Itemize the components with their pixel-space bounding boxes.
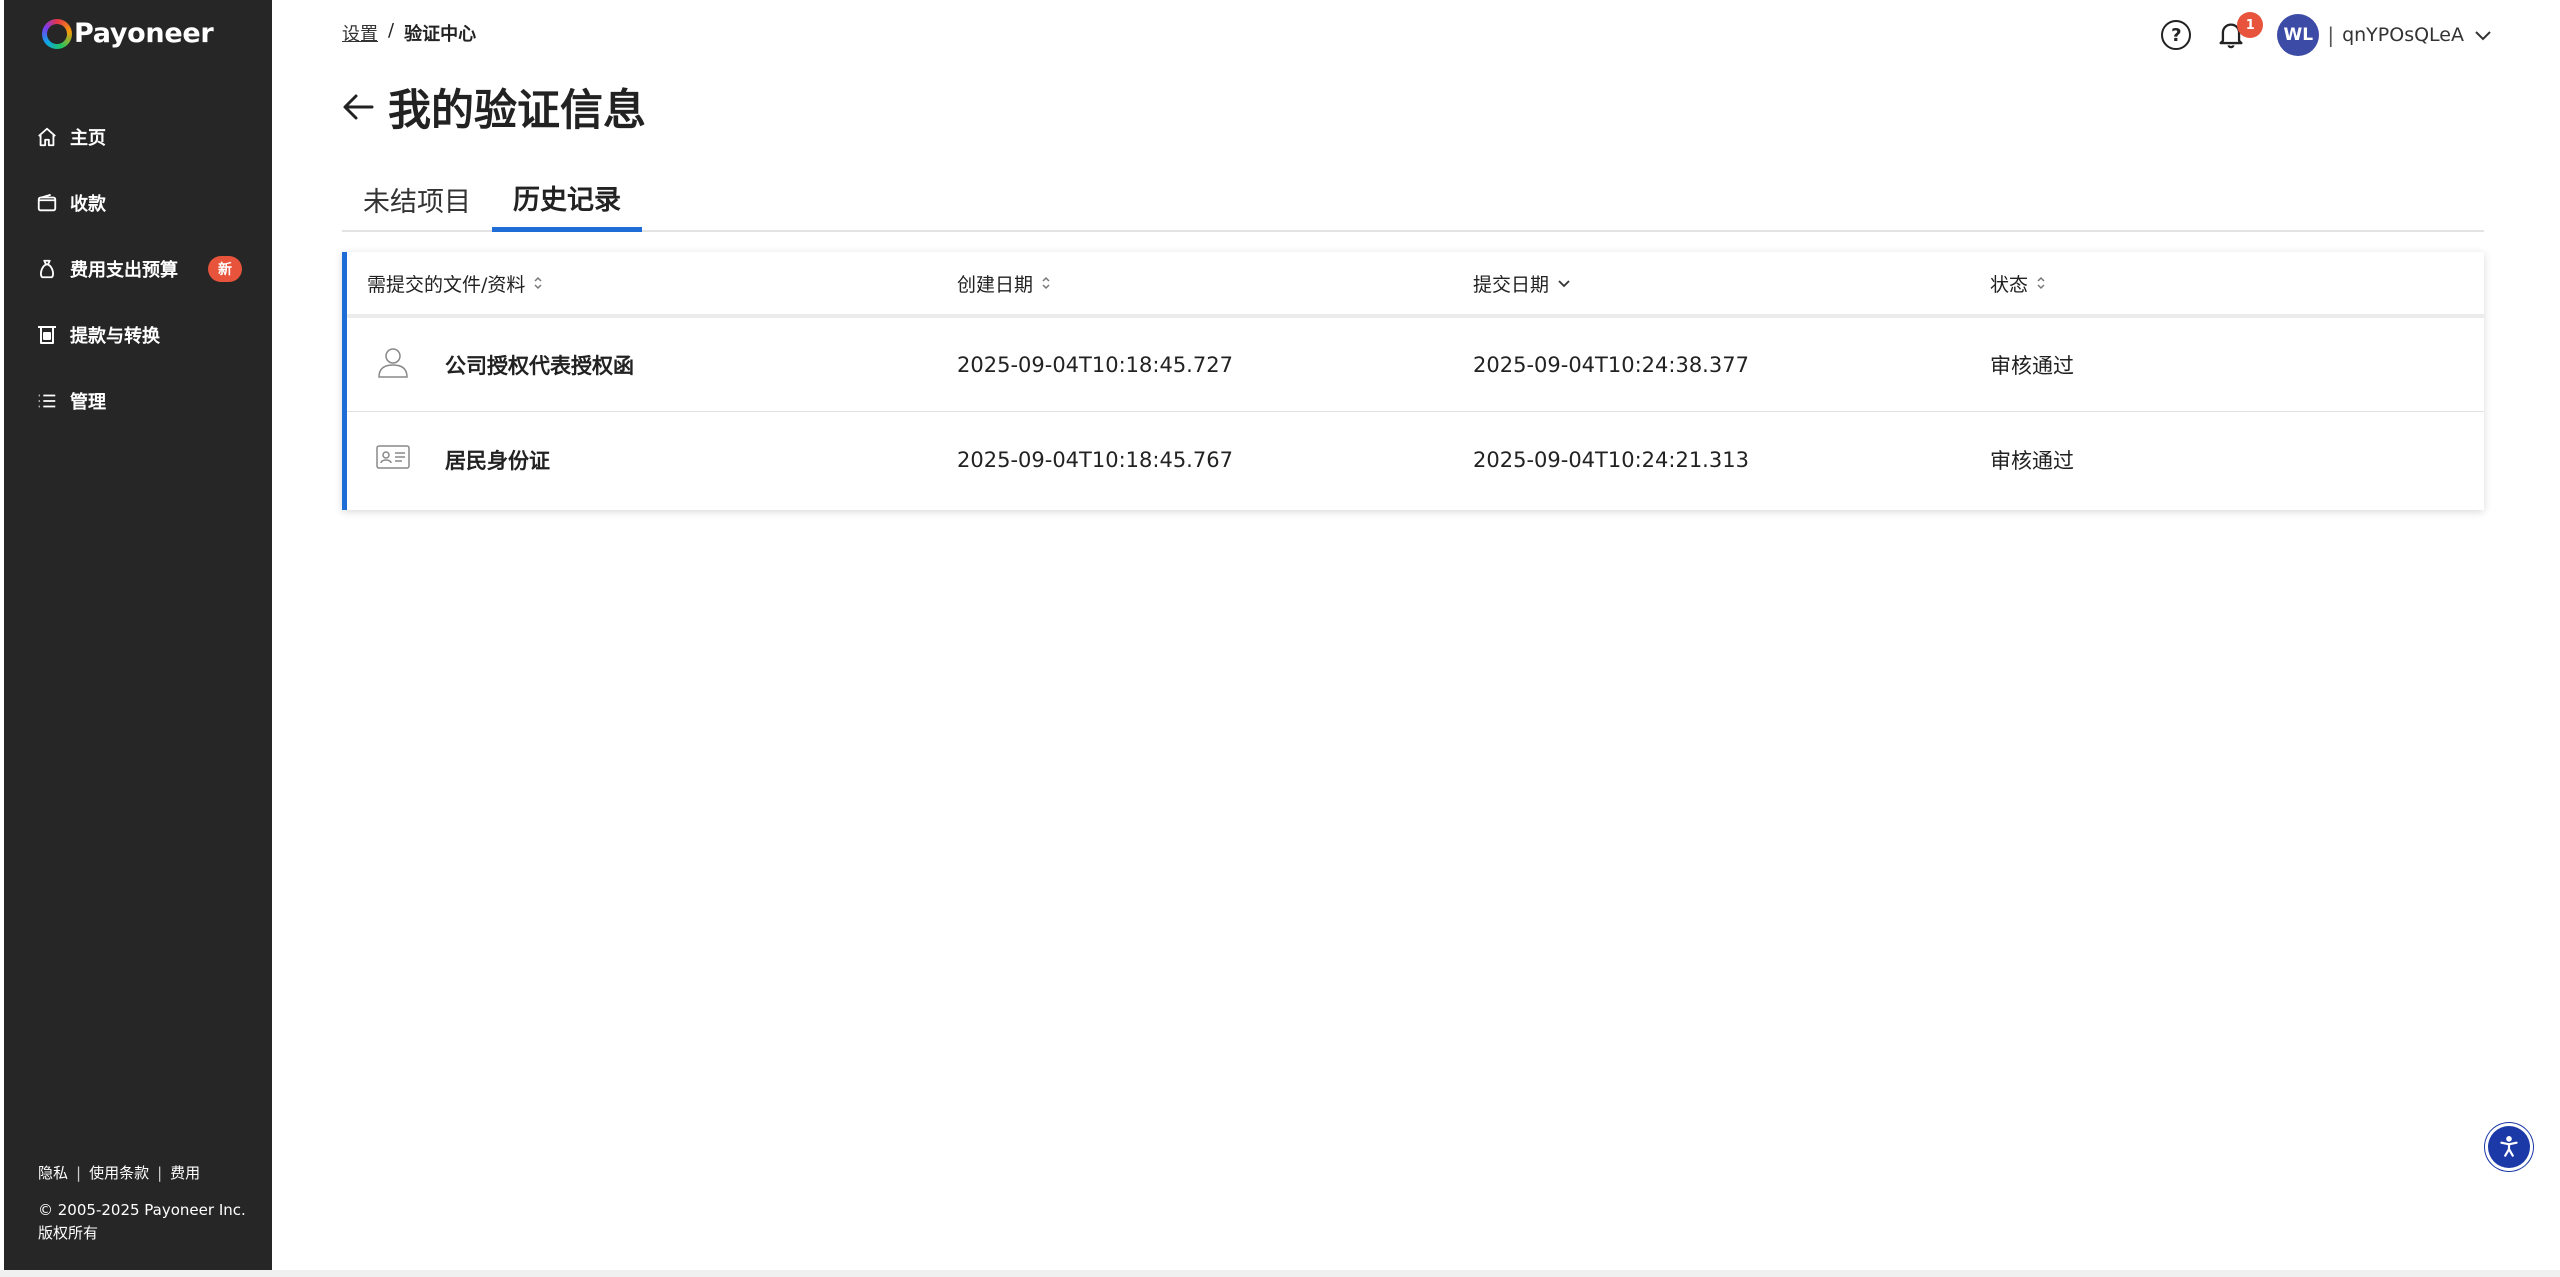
sort-icon: [1041, 275, 1051, 291]
page-title: 我的验证信息: [388, 86, 646, 136]
table-header: 需提交的文件/资料 创建日期 提交日期 状态: [347, 252, 2484, 318]
column-header-status[interactable]: 状态: [1990, 252, 2046, 314]
sort-icon: [2036, 275, 2046, 291]
accessibility-button[interactable]: [2488, 1126, 2530, 1168]
breadcrumb-settings-link[interactable]: 设置: [342, 20, 378, 46]
tab-open-items[interactable]: 未结项目: [342, 168, 492, 230]
notification-count-badge: 1: [2237, 12, 2264, 38]
table-row[interactable]: 公司授权代表授权函 2025-09-04T10:18:45.727 2025-0…: [347, 318, 2484, 412]
rights-text: 版权所有: [38, 1224, 99, 1242]
document-name: 居民身份证: [445, 449, 550, 473]
footer-separator: |: [157, 1164, 163, 1182]
id-card-icon: [373, 437, 413, 477]
column-label: 提交日期: [1473, 273, 1550, 296]
home-icon: [34, 124, 60, 150]
new-badge: 新: [208, 256, 242, 282]
chevron-down-icon[interactable]: [2474, 26, 2492, 45]
breadcrumb: 设置 / 验证中心: [342, 20, 476, 46]
status-text: 审核通过: [1990, 354, 2074, 378]
sidebar-item-label: 主页: [70, 128, 106, 149]
column-header-document[interactable]: 需提交的文件/资料: [367, 252, 543, 314]
user-separator: |: [2327, 23, 2335, 47]
notifications-button[interactable]: 1: [2215, 12, 2264, 52]
copyright-text: © 2005-2025 Payoneer Inc.: [38, 1201, 246, 1219]
help-icon[interactable]: ?: [2161, 20, 2192, 50]
created-date: 2025-09-04T10:18:45.767: [957, 448, 1233, 472]
table-row[interactable]: 居民身份证 2025-09-04T10:18:45.767 2025-09-04…: [347, 413, 2484, 507]
terms-link[interactable]: 使用条款: [89, 1162, 149, 1185]
accessibility-icon: [2500, 1136, 2518, 1157]
breadcrumb-current: 验证中心: [404, 24, 477, 45]
app-window: Payoneer 主页 收款 费用支出预算 新 提款与转换 管理 隐私 | 使用…: [0, 0, 2560, 1277]
document-name: 公司授权代表授权函: [445, 354, 634, 378]
sidebar-item-receive[interactable]: 收款: [4, 170, 272, 236]
sidebar-item-manage[interactable]: 管理: [4, 368, 272, 434]
sidebar-nav: 主页 收款 费用支出预算 新 提款与转换 管理: [4, 104, 272, 434]
tab-bar: 未结项目 历史记录: [342, 168, 2484, 232]
breadcrumb-separator: /: [388, 20, 395, 41]
withdraw-icon: [34, 322, 60, 348]
submitted-date: 2025-09-04T10:24:21.313: [1473, 448, 1749, 472]
sidebar: Payoneer 主页 收款 费用支出预算 新 提款与转换 管理 隐私 | 使用…: [4, 0, 272, 1270]
submitted-date: 2025-09-04T10:24:38.377: [1473, 353, 1749, 377]
sidebar-item-label: 提款与转换: [70, 326, 160, 347]
sort-descending-icon: [1557, 275, 1571, 291]
money-bag-icon: [34, 256, 60, 282]
fees-link[interactable]: 费用: [170, 1162, 200, 1185]
sidebar-item-label: 管理: [70, 392, 106, 413]
header-actions: ? 1 WL | qnYPOsQLeA: [2161, 12, 2492, 56]
sidebar-item-withdraw[interactable]: 提款与转换: [4, 302, 272, 368]
sidebar-item-home[interactable]: 主页: [4, 104, 272, 170]
sidebar-item-label: 费用支出预算: [70, 260, 178, 281]
verification-history-table: 需提交的文件/资料 创建日期 提交日期 状态 公司授权代表授权函 2025-09…: [342, 252, 2484, 510]
column-header-created[interactable]: 创建日期: [957, 252, 1051, 314]
back-arrow-icon[interactable]: [340, 89, 376, 125]
column-header-submitted[interactable]: 提交日期: [1473, 252, 1571, 314]
status-text: 审核通过: [1990, 449, 2074, 473]
sidebar-item-spend-budget[interactable]: 费用支出预算 新: [4, 236, 272, 302]
brand-name: Payoneer: [74, 18, 214, 49]
bottom-divider: [0, 1270, 2560, 1277]
footer-separator: |: [76, 1164, 82, 1182]
sort-icon: [533, 275, 543, 291]
column-label: 创建日期: [957, 273, 1034, 296]
privacy-link[interactable]: 隐私: [38, 1162, 68, 1185]
page-title-row: 我的验证信息: [340, 76, 646, 138]
avatar[interactable]: WL: [2277, 14, 2320, 56]
payoneer-logo-icon: [42, 18, 72, 49]
column-label: 状态: [1990, 273, 2029, 296]
user-name[interactable]: qnYPOsQLeA: [2342, 24, 2464, 46]
tab-history[interactable]: 历史记录: [492, 168, 642, 232]
list-icon: [34, 388, 60, 414]
created-date: 2025-09-04T10:18:45.727: [957, 353, 1233, 377]
column-label: 需提交的文件/资料: [367, 273, 526, 296]
payoneer-logo[interactable]: Payoneer: [42, 18, 214, 49]
person-icon: [373, 342, 413, 382]
wallet-icon: [34, 190, 60, 216]
sidebar-footer: 隐私 | 使用条款 | 费用 © 2005-2025 Payoneer Inc.…: [38, 1162, 246, 1245]
sidebar-item-label: 收款: [70, 194, 106, 215]
